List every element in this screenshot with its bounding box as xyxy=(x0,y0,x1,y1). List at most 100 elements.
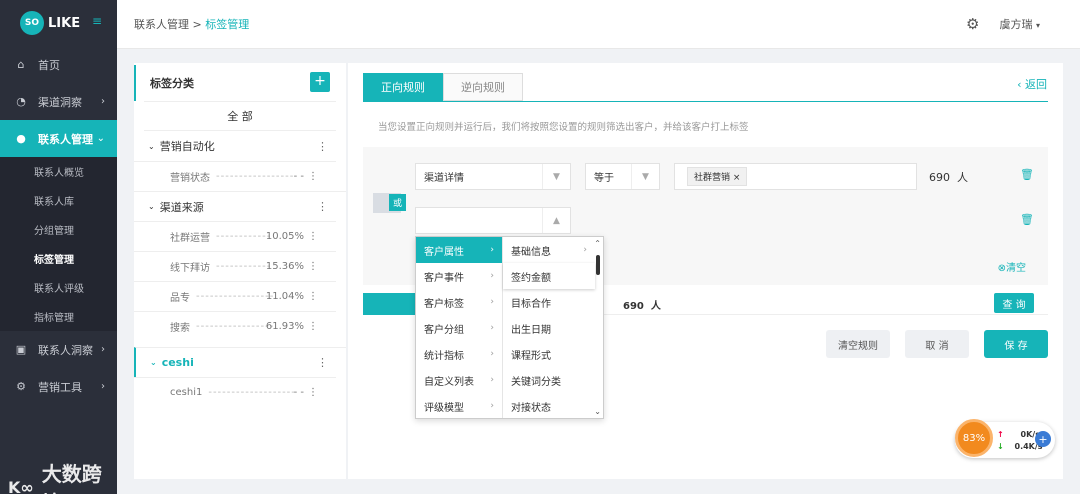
query-button[interactable]: 查 询 xyxy=(994,293,1034,313)
cascader-option[interactable]: 客户标签 › xyxy=(416,289,502,315)
or-badge[interactable]: 或 xyxy=(389,194,406,211)
tag-dash: ----------------- xyxy=(216,171,295,182)
more-vertical-icon[interactable]: ⋮ xyxy=(317,140,328,153)
top-right: ⚙ 虞方瑞 ▾ xyxy=(966,15,1040,33)
scroll-down-icon[interactable]: ⌄ xyxy=(594,407,601,416)
tag-item[interactable]: 社群运营 ------------ 10.05% ⋮ xyxy=(134,221,336,251)
cascader-option[interactable]: 关键词分类 xyxy=(503,367,603,393)
more-vertical-icon[interactable]: ⋮ xyxy=(308,261,318,272)
more-vertical-icon[interactable]: ⋮ xyxy=(308,387,318,398)
tag-item[interactable]: ceshi1 ------------------- - - ⋮ xyxy=(134,377,336,407)
sidebar-subitem-group-management[interactable]: 分组管理 xyxy=(0,215,117,244)
chevron-right-icon: › xyxy=(490,297,494,307)
chevron-right-icon: › xyxy=(101,381,105,392)
sidebar-subitem-metric-management[interactable]: 指标管理 xyxy=(0,302,117,331)
cascader-option[interactable]: 课程形式 xyxy=(503,341,603,367)
user-menu[interactable]: 虞方瑞 ▾ xyxy=(999,16,1040,32)
cascader-option[interactable]: 对接状态 xyxy=(503,393,603,419)
sidebar-subitem-contact-library[interactable]: 联系人库 xyxy=(0,186,117,215)
operator-select[interactable]: 等于 ▼ xyxy=(585,163,660,190)
sidebar-item-home[interactable]: ⌂ 首页 xyxy=(0,46,117,83)
sidebar-subitem-contact-rating[interactable]: 联系人评级 xyxy=(0,273,117,302)
cascader-option[interactable]: 客户事件 › xyxy=(416,263,502,289)
cascader-option[interactable]: 客户属性 › xyxy=(416,237,502,263)
tab-forward-rule[interactable]: 正向规则 xyxy=(363,73,443,101)
collapse-icon: ⌄ xyxy=(150,358,157,367)
more-vertical-icon[interactable]: ⋮ xyxy=(308,231,318,242)
clear-condition-link[interactable]: ⊗清空 xyxy=(998,259,1026,274)
option-label: 统计指标 xyxy=(424,350,464,362)
sidebar-item-label: 联系人管理 xyxy=(38,132,93,146)
sidebar-item-channel-insight[interactable]: ◔ 渠道洞察 › xyxy=(0,83,117,120)
clear-rules-button[interactable]: 清空规则 xyxy=(826,330,890,358)
cancel-button[interactable]: 取 消 xyxy=(905,330,969,358)
more-vertical-icon[interactable]: ⋮ xyxy=(317,356,328,369)
save-button[interactable]: 保 存 xyxy=(984,330,1048,358)
tag-group-marketing-automation[interactable]: ⌄ 营销自动化 ⋮ xyxy=(134,131,346,161)
scrollbar-thumb[interactable] xyxy=(596,255,600,275)
field-select[interactable]: 渠道详情 ▼ xyxy=(415,163,571,190)
cascader-option[interactable]: 统计指标 › xyxy=(416,341,502,367)
option-label: 评级模型 xyxy=(424,402,464,414)
count-unit: 人 xyxy=(957,171,968,184)
chevron-right-icon: › xyxy=(490,245,494,255)
rule1-count: 690 人 xyxy=(929,169,968,185)
chevron-right-icon: › xyxy=(490,323,494,333)
sidebar-item-contact-management[interactable]: ● 联系人管理 ⌄ xyxy=(0,120,117,157)
tag-item[interactable]: 线下拜访 ------------ 15.36% ⋮ xyxy=(134,251,336,281)
delete-rule-trash-icon[interactable]: 🗑 xyxy=(1020,168,1034,181)
back-link[interactable]: ‹ 返回 xyxy=(1017,76,1047,92)
cascader-option[interactable]: 客户分组 › xyxy=(416,315,502,341)
top-bar: 联系人管理 > 标签管理 ⚙ 虞方瑞 ▾ xyxy=(117,0,1080,49)
tag-name: 营销状态 xyxy=(170,173,210,184)
home-icon: ⌂ xyxy=(17,58,25,71)
option-label: 客户属性 xyxy=(424,246,464,258)
tag-group-channel-source[interactable]: ⌄ 渠道来源 ⋮ xyxy=(134,191,346,221)
delete-rule-trash-icon[interactable]: 🗑 xyxy=(1020,213,1034,226)
cascader-option[interactable]: 基础信息 › xyxy=(503,237,603,263)
cascader-option[interactable]: 评级模型 › xyxy=(416,393,502,419)
sidebar-item-contact-insight[interactable]: ▣ 联系人洞察 › xyxy=(0,331,117,368)
more-vertical-icon[interactable]: ⋮ xyxy=(308,321,318,332)
tag-percent: 11.04% xyxy=(265,291,304,302)
rule-tabs: 正向规则 逆向规则 xyxy=(363,73,523,101)
field-select-empty[interactable]: ▲ xyxy=(415,207,571,234)
settings-gear-icon[interactable]: ⚙ xyxy=(966,15,979,33)
tab-underline xyxy=(363,101,1048,102)
all-tags-item[interactable]: 全 部 xyxy=(144,101,336,131)
widget-plus-icon[interactable]: + xyxy=(1035,431,1051,447)
network-speed-widget[interactable]: 83% ↑ 0K/s ↓ 0.4K/s + xyxy=(955,419,1055,458)
arrow-up-icon: ↑ xyxy=(997,430,1004,439)
sidebar-item-marketing-tools[interactable]: ⚙ 营销工具 › xyxy=(0,368,117,405)
sidebar-item-label: 联系人洞察 xyxy=(38,343,93,357)
cascader-option[interactable]: 目标合作 xyxy=(503,289,603,315)
tab-reverse-rule[interactable]: 逆向规则 xyxy=(443,73,523,101)
chevron-right-icon: › xyxy=(490,349,494,359)
sidebar-subitem-contact-overview[interactable]: 联系人概览 xyxy=(0,157,117,186)
cascader-option[interactable]: 出生日期 xyxy=(503,315,603,341)
more-vertical-icon[interactable]: ⋮ xyxy=(308,171,318,182)
menu-toggle-icon[interactable]: ≡ xyxy=(92,14,102,28)
watermark: K∞ 大数跨境 xyxy=(8,458,117,494)
clear-label: 清空 xyxy=(1006,263,1026,274)
tag-group-ceshi[interactable]: ⌄ ceshi ⋮ xyxy=(134,347,346,377)
cascader-option[interactable]: 自定义列表 › xyxy=(416,367,502,393)
tag-item[interactable]: 搜索 ----------------- 61.93% ⋮ xyxy=(134,311,336,341)
scroll-up-icon[interactable]: ⌃ xyxy=(594,239,601,248)
value-input[interactable]: 社群营销 × xyxy=(674,163,917,190)
sidebar-subitem-tag-management[interactable]: 标签管理 xyxy=(0,244,117,273)
option-label: 客户分组 xyxy=(424,324,464,336)
more-vertical-icon[interactable]: ⋮ xyxy=(308,291,318,302)
result-bar-fill xyxy=(363,293,415,315)
value-chip: 社群营销 × xyxy=(687,167,748,186)
breadcrumb-parent[interactable]: 联系人管理 xyxy=(134,18,189,31)
option-label: 自定义列表 xyxy=(424,376,474,388)
close-icon[interactable]: × xyxy=(733,173,741,183)
tag-item[interactable]: 品专 ----------------- 11.04% ⋮ xyxy=(134,281,336,311)
arrow-down-icon: ↓ xyxy=(997,442,1004,451)
more-vertical-icon[interactable]: ⋮ xyxy=(317,200,328,213)
cascader-option[interactable]: 签约金额 xyxy=(503,263,595,289)
tag-item[interactable]: 营销状态 ----------------- - - ⋮ xyxy=(134,161,336,191)
tag-group-name: 渠道来源 xyxy=(159,200,204,214)
add-category-button[interactable]: + xyxy=(310,72,330,92)
